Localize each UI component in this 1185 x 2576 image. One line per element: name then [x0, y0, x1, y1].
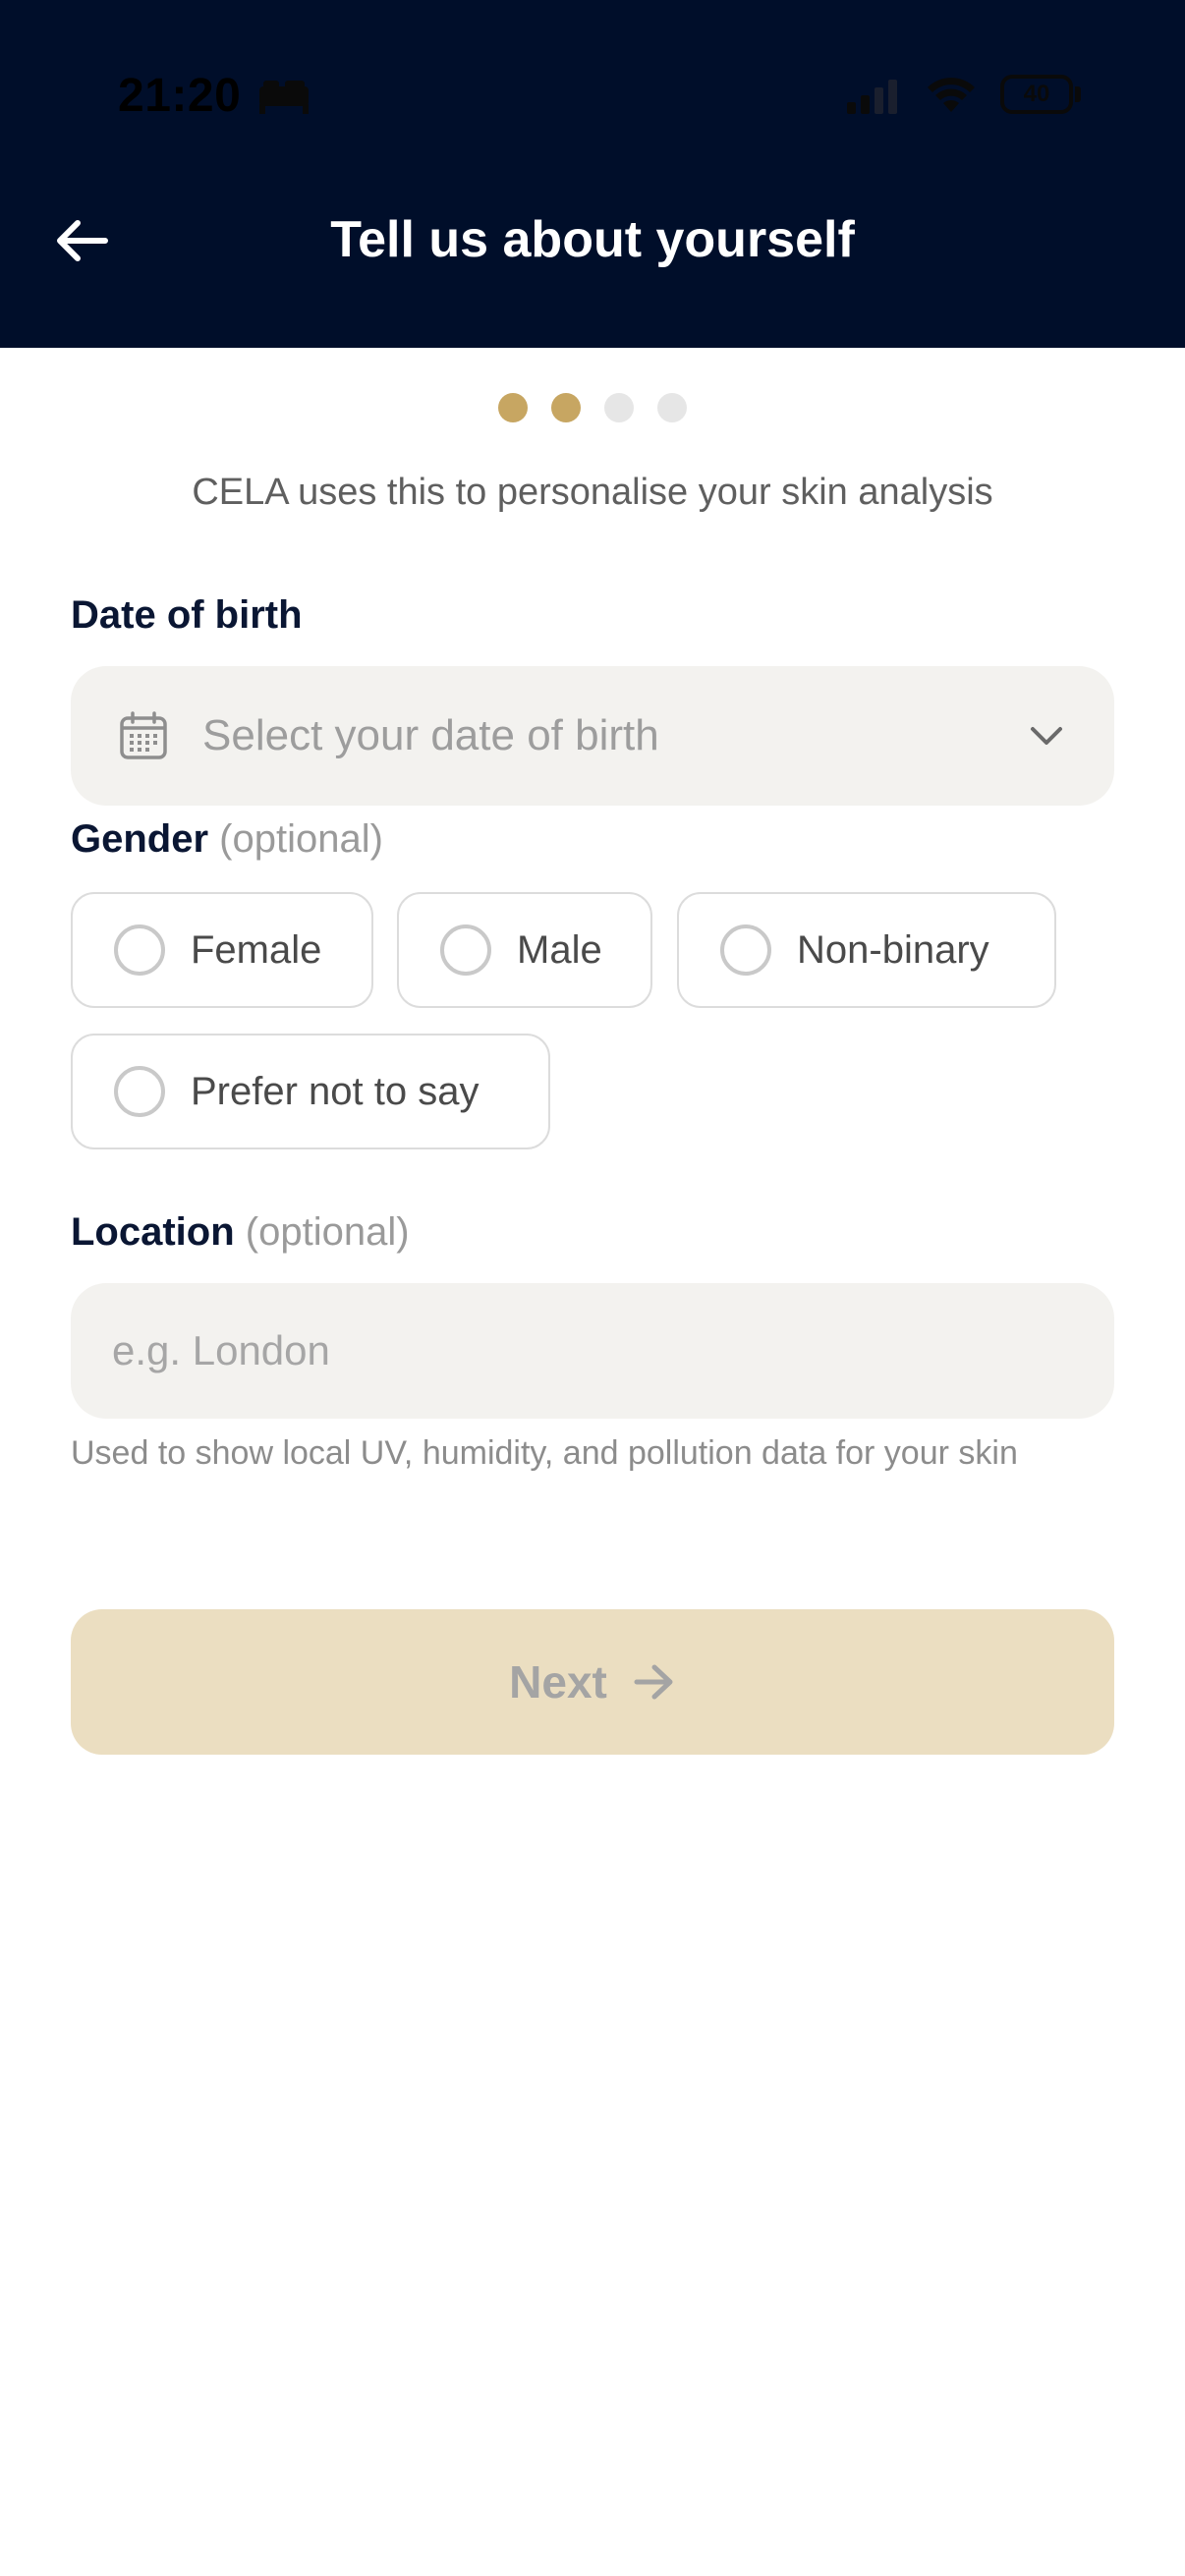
location-helper-text: Used to show local UV, humidity, and pol…	[71, 1434, 1018, 1472]
radio-icon	[440, 924, 491, 976]
gender-label-text: Gender	[71, 817, 209, 861]
location-field[interactable]	[71, 1283, 1114, 1419]
radio-icon	[720, 924, 771, 976]
status-time: 21:20	[118, 70, 242, 122]
next-button[interactable]: Next	[71, 1609, 1114, 1755]
dob-select[interactable]: Select your date of birth	[71, 666, 1114, 806]
dob-label-text: Date of birth	[71, 593, 303, 637]
progress-dot-4	[657, 393, 687, 422]
radio-icon	[114, 1066, 165, 1117]
dob-label: Date of birth	[71, 593, 303, 638]
gender-option-label: Male	[517, 927, 602, 972]
progress-dot-2	[551, 393, 581, 422]
progress-indicator	[0, 393, 1185, 422]
cellular-signal-icon	[847, 79, 898, 119]
gender-option-label: Non-binary	[797, 927, 989, 972]
gender-option-prefer-not-to-say[interactable]: Prefer not to say	[71, 1034, 550, 1149]
battery-tip	[1075, 86, 1081, 102]
chevron-down-icon	[1031, 727, 1062, 745]
progress-dot-3	[604, 393, 634, 422]
gender-option-male[interactable]: Male	[397, 892, 652, 1008]
arrow-right-icon	[634, 1664, 673, 1700]
gender-option-female[interactable]: Female	[71, 892, 373, 1008]
dob-placeholder: Select your date of birth	[202, 711, 659, 759]
gender-label: Gender (optional)	[71, 817, 383, 862]
calendar-icon	[120, 711, 167, 759]
location-label-text: Location	[71, 1210, 235, 1254]
gender-optional-tag: (optional)	[219, 817, 383, 861]
location-input[interactable]	[112, 1327, 1055, 1374]
radio-icon	[114, 924, 165, 976]
wifi-icon	[926, 77, 977, 119]
location-optional-tag: (optional)	[245, 1210, 410, 1254]
page-title: Tell us about yourself	[330, 211, 855, 268]
next-button-label: Next	[509, 1656, 607, 1708]
sleep-mode-icon	[257, 79, 310, 119]
gender-option-non-binary[interactable]: Non-binary	[677, 892, 1056, 1008]
gender-option-label: Prefer not to say	[191, 1069, 480, 1113]
intro-subtitle: CELA uses this to personalise your skin …	[192, 472, 993, 513]
gender-option-label: Female	[191, 927, 322, 972]
progress-dot-1	[498, 393, 528, 422]
battery-indicator: 40	[1000, 75, 1073, 114]
app-header: 21:20 40 Tell us about yourself	[0, 0, 1185, 348]
location-label: Location (optional)	[71, 1210, 410, 1255]
